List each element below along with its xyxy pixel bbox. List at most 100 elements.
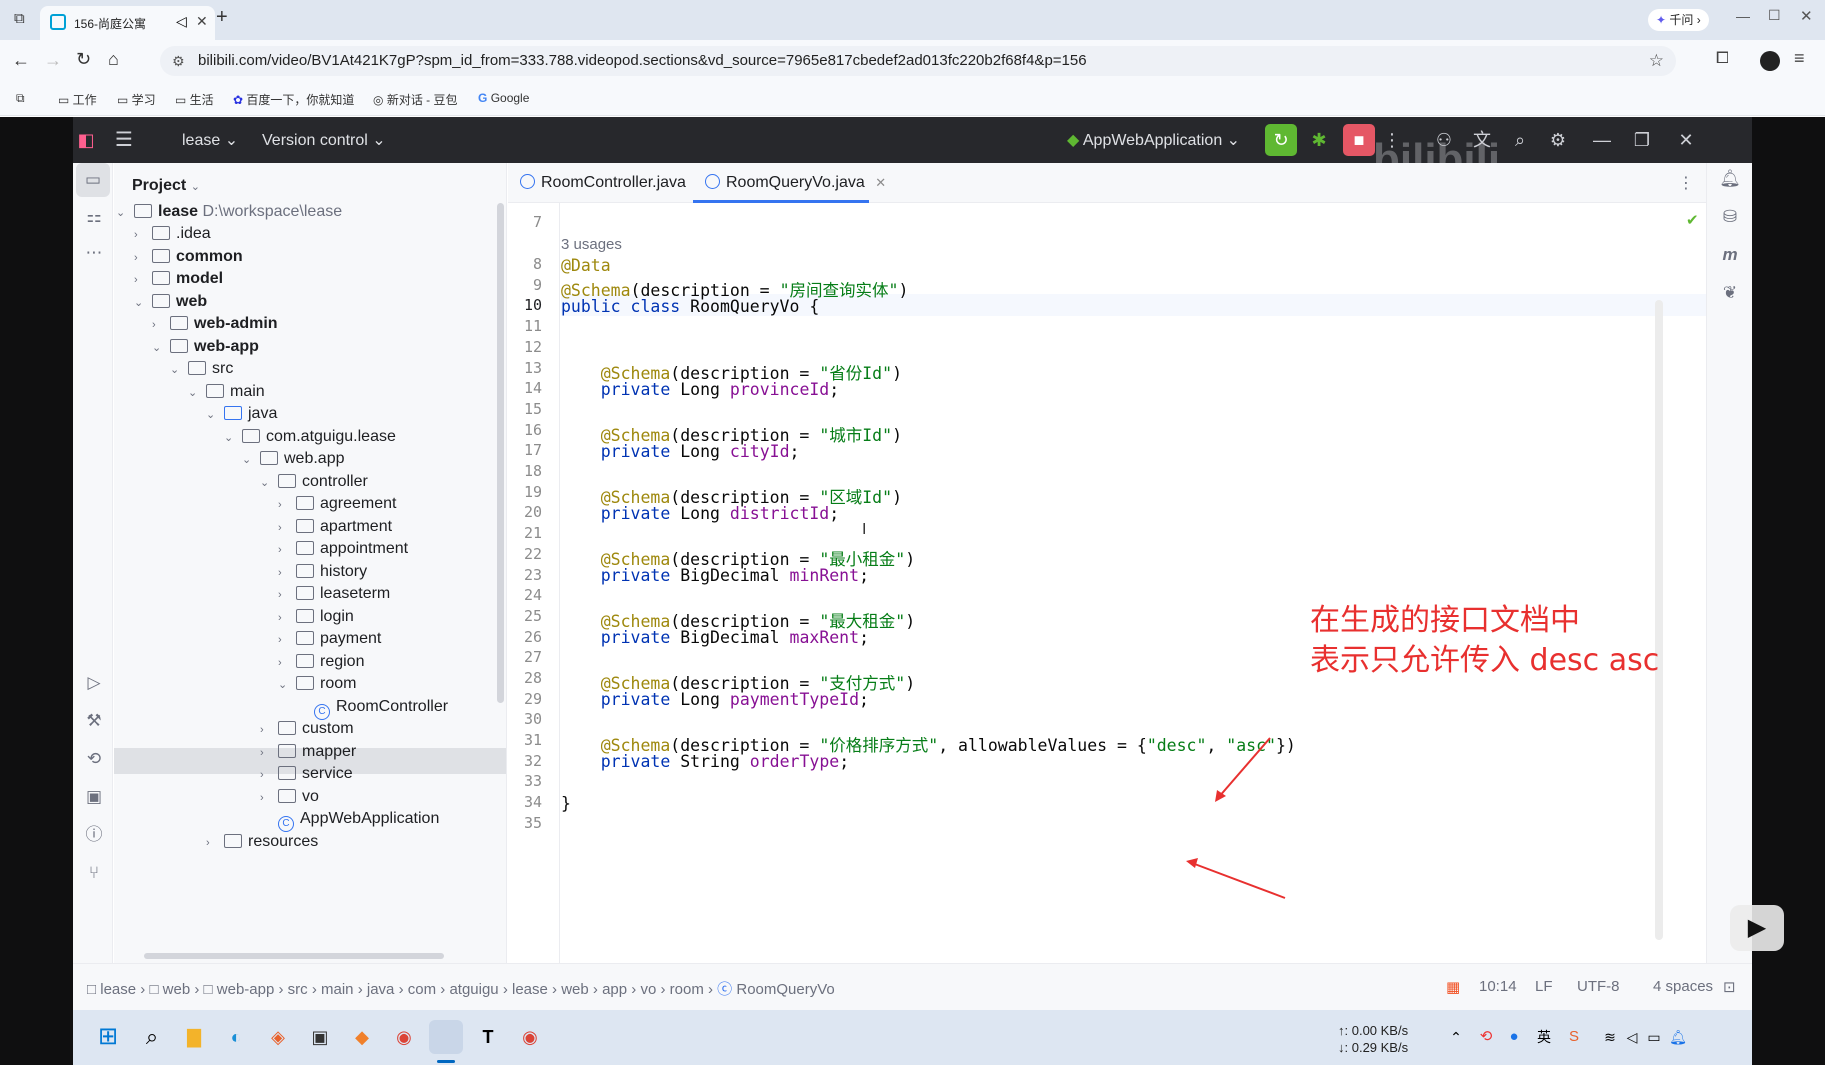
indent-setting[interactable]: 4 spaces <box>1653 978 1713 995</box>
tab-close-icon[interactable]: ✕ <box>875 175 886 190</box>
bookmark-folder-life[interactable]: ▭ 生活 <box>175 91 214 108</box>
tabs-more-icon[interactable]: ⋮ <box>1678 173 1694 193</box>
file-explorer-icon[interactable]: ▇ <box>177 1020 211 1054</box>
search-icon[interactable]: ⌕ <box>1507 127 1533 153</box>
typora-icon[interactable]: T <box>471 1020 505 1054</box>
terminal-tool-icon[interactable]: ▣ <box>82 785 106 809</box>
settings-icon[interactable]: ⚙ <box>1545 127 1571 153</box>
tab-roomqueryvo[interactable]: RoomQueryVo.java ✕ <box>705 163 886 203</box>
home-icon[interactable]: ⌂ <box>108 49 119 70</box>
breadcrumb-item[interactable]: java <box>367 981 395 998</box>
tray-s-icon[interactable]: S <box>1557 1020 1591 1054</box>
browser-tab-active[interactable]: 156-尚庭公寓 ◁ ✕ <box>40 6 215 40</box>
stop-icon[interactable]: ■ <box>1343 124 1375 156</box>
ide-minimize-icon[interactable]: — <box>1589 127 1615 153</box>
breadcrumb-item[interactable]: □ web <box>149 981 190 998</box>
project-switcher[interactable]: lease ⌄ <box>182 130 238 150</box>
git-tool-icon[interactable]: ⑂ <box>82 861 106 885</box>
bookmark-star-icon[interactable]: ☆ <box>1649 46 1664 76</box>
notification-bell-icon[interactable]: 🔔︎ <box>1661 1020 1695 1054</box>
debug-icon[interactable]: ✱ <box>1306 127 1332 153</box>
usages-hint[interactable]: 3 usages <box>561 236 622 253</box>
sublime-icon[interactable]: ◆ <box>345 1020 379 1054</box>
rerun-icon[interactable]: ↻ <box>1265 124 1297 156</box>
run-tool-icon[interactable]: ▷ <box>82 671 106 695</box>
breadcrumb-item[interactable]: web <box>561 981 589 998</box>
edge-icon[interactable]: ◐ <box>219 1020 253 1054</box>
spring-icon[interactable]: ❦ <box>1718 281 1742 305</box>
ide-restore-icon[interactable]: ❐ <box>1629 127 1655 153</box>
breadcrumb-item[interactable]: □ web-app <box>204 981 275 998</box>
maven-icon[interactable]: m <box>1718 243 1742 267</box>
reload-icon[interactable]: ↻ <box>76 49 91 70</box>
window-minimize-icon[interactable]: — <box>1736 8 1750 24</box>
build-tool-icon[interactable]: ⚒ <box>82 709 106 733</box>
code-editor[interactable]: ✔ 3 usages @Data @Schema(description = "… <box>561 203 1706 963</box>
tab-mute-icon[interactable]: ◁ <box>176 13 187 30</box>
bookmark-baidu[interactable]: ✿ 百度一下，你就知道 <box>233 91 354 108</box>
field-name: orderType <box>749 752 840 771</box>
forward-icon[interactable]: → <box>44 50 62 71</box>
url-input[interactable]: ⚙ bilibili.com/video/BV1At421K7gP?spm_id… <box>160 46 1676 76</box>
tree-item-resources[interactable]: › resources <box>206 829 318 855</box>
breadcrumb-item[interactable]: com <box>408 981 436 998</box>
breadcrumb-item[interactable]: main <box>321 981 354 998</box>
active-app-indicator <box>437 1060 455 1063</box>
window-maximize-icon[interactable]: ☐ <box>1768 7 1781 24</box>
breadcrumb-item[interactable]: room <box>670 981 704 998</box>
terminal-icon[interactable]: ▣ <box>303 1020 337 1054</box>
chrome-2-icon[interactable]: ◉ <box>513 1020 547 1054</box>
breadcrumb-item[interactable]: lease <box>512 981 548 998</box>
problems-tool-icon[interactable]: ⓘ <box>82 823 106 847</box>
microphone-icon[interactable]: ● <box>1497 1020 1531 1054</box>
tab-roomcontroller[interactable]: RoomController.java <box>520 163 686 203</box>
services-tool-icon[interactable]: ⟲ <box>82 747 106 771</box>
run-config-selector[interactable]: ◆ AppWebApplication ⌄ <box>1067 130 1240 150</box>
window-close-icon[interactable]: ✕ <box>1800 7 1813 25</box>
breadcrumb-item[interactable]: atguigu <box>449 981 498 998</box>
tab-list-icon[interactable]: ⧉ <box>16 91 25 106</box>
version-control-menu[interactable]: Version control ⌄ <box>262 130 386 150</box>
browser-menu-icon[interactable]: ≡ <box>1794 48 1805 69</box>
bookmark-google[interactable]: G Google <box>478 91 529 105</box>
project-panel-title[interactable]: Project ⌄ <box>132 177 200 195</box>
bookmark-folder-study[interactable]: ▭ 学习 <box>117 91 156 108</box>
line-separator[interactable]: LF <box>1535 978 1553 995</box>
project-scrollbar[interactable] <box>497 203 504 703</box>
tray-chevron-icon[interactable]: ⌃ <box>1439 1020 1473 1054</box>
app-orange-icon[interactable]: ◈ <box>261 1020 295 1054</box>
extensions-icon[interactable]: ⧠ <box>1716 50 1729 68</box>
breadcrumb-item[interactable]: app <box>602 981 627 998</box>
bookmark-doubao[interactable]: ◎ 新对话 - 豆包 <box>373 91 457 108</box>
browser-sidebar-icon[interactable]: ⧉ <box>14 10 25 27</box>
breadcrumb-item[interactable]: ⓒ RoomQueryVo <box>717 981 835 998</box>
main-menu-icon[interactable]: ☰ <box>111 127 137 153</box>
breadcrumb-item[interactable]: □ lease <box>87 981 136 998</box>
site-info-icon[interactable]: ⚙ <box>172 46 185 76</box>
caret-position[interactable]: 10:14 <box>1479 978 1517 995</box>
ime-icon[interactable]: 英 <box>1527 1020 1561 1054</box>
chrome-icon[interactable]: ◉ <box>387 1020 421 1054</box>
ide-close-icon[interactable]: ✕ <box>1673 127 1699 153</box>
tab-close-icon[interactable]: ✕ <box>196 13 208 30</box>
new-tab-button[interactable]: + <box>216 6 228 29</box>
notifications-icon[interactable]: 🔔︎ <box>1718 167 1742 191</box>
bookmark-folder-work[interactable]: ▭ 工作 <box>58 91 97 108</box>
intellij-taskbar-icon[interactable] <box>429 1020 463 1054</box>
breadcrumb-item[interactable]: src <box>288 981 308 998</box>
breadcrumb-item[interactable]: vo <box>640 981 656 998</box>
structure-tool-icon[interactable]: ⚏ <box>82 205 106 229</box>
project-tool-icon[interactable]: ▭ <box>76 163 110 197</box>
project-horizontal-scrollbar[interactable] <box>144 953 444 959</box>
more-tools-icon[interactable]: ⋯ <box>82 241 106 265</box>
file-encoding[interactable]: UTF-8 <box>1577 978 1620 995</box>
video-play-button[interactable]: ▶ <box>1730 905 1784 951</box>
windows-start-icon[interactable]: ⊞ <box>91 1020 125 1054</box>
back-icon[interactable]: ← <box>12 50 30 71</box>
qianwen-button[interactable]: ✦ 千问 › <box>1648 9 1709 31</box>
lock-icon[interactable]: ⊡ <box>1723 978 1736 996</box>
database-icon[interactable]: ⛁ <box>1718 205 1742 229</box>
taskbar-search-icon[interactable]: ⌕ <box>135 1020 169 1054</box>
profile-avatar[interactable] <box>1760 51 1780 71</box>
source-folder-icon <box>224 406 242 420</box>
